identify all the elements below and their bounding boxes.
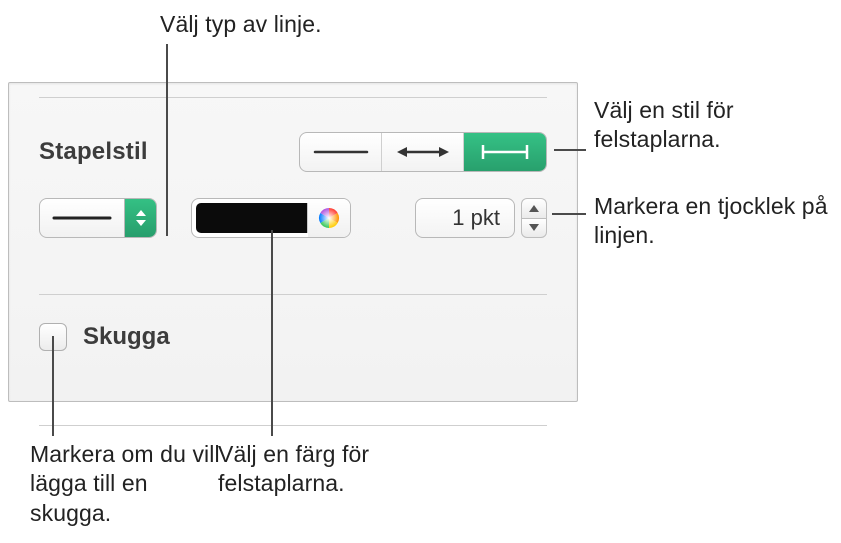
stepper-down-button[interactable] — [521, 218, 547, 239]
color-swatch — [196, 203, 308, 233]
callout-color: Välj en färg för felstaplarna. — [218, 440, 418, 499]
leader-line — [554, 149, 586, 151]
errorbar-style-cap[interactable] — [464, 133, 546, 171]
line-thickness-stepper[interactable] — [521, 198, 547, 238]
errorbar-style-arrow[interactable] — [382, 133, 464, 171]
divider — [39, 294, 547, 295]
leader-line — [271, 230, 273, 436]
popup-arrows-icon — [124, 199, 156, 237]
divider — [39, 97, 547, 98]
leader-line — [552, 213, 586, 215]
line-thickness-value: 1 pkt — [452, 205, 500, 231]
divider — [39, 425, 547, 426]
style-panel: Stapelstil — [8, 82, 578, 402]
errorbar-style-segmented[interactable] — [299, 132, 547, 172]
color-wheel-icon — [308, 199, 350, 237]
callout-linetype: Välj typ av linje. — [160, 10, 322, 39]
line-type-popup[interactable] — [39, 198, 157, 238]
leader-line — [166, 44, 168, 236]
callout-errorbar-style: Välj en stil för felstaplarna. — [594, 96, 824, 155]
callout-shadow: Markera om du vill lägga till en skugga. — [30, 440, 220, 528]
shadow-label[interactable]: Skugga — [83, 323, 170, 351]
errorbar-style-line[interactable] — [300, 133, 382, 171]
line-type-preview — [40, 209, 124, 227]
section-label-stapelstil: Stapelstil — [39, 138, 148, 166]
leader-line — [52, 336, 54, 436]
stepper-up-button[interactable] — [521, 198, 547, 218]
line-thickness-field[interactable]: 1 pkt — [415, 198, 515, 238]
callout-thickness: Markera en tjocklek på linjen. — [594, 192, 834, 251]
